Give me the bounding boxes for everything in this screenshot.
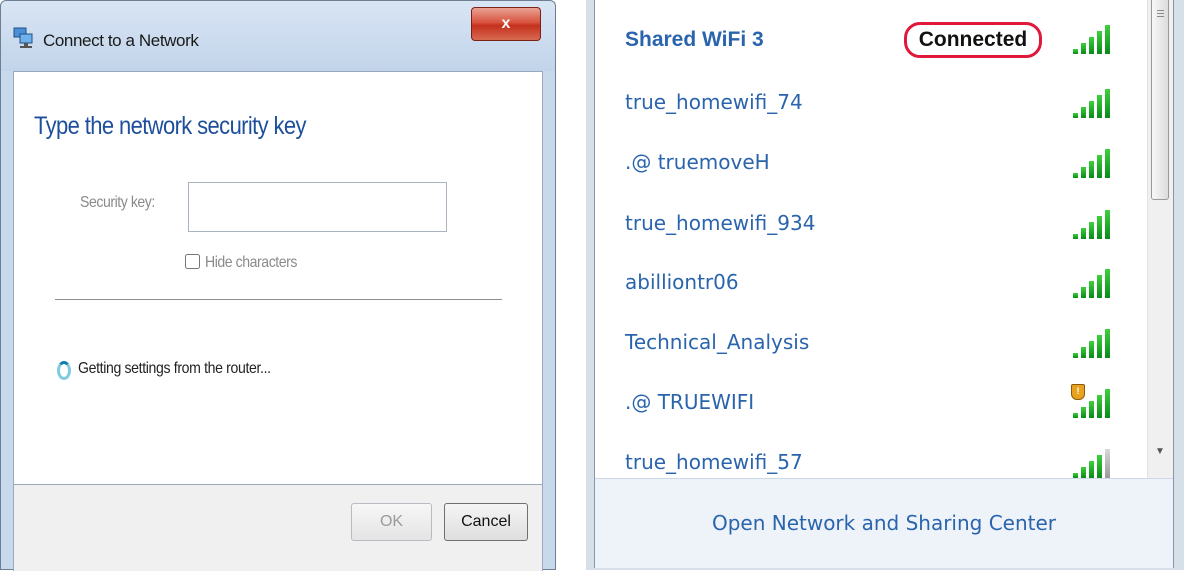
hide-characters-label[interactable]: Hide characters xyxy=(205,254,297,272)
hide-characters-checkbox[interactable] xyxy=(185,254,200,269)
network-name: true_homewifi_57 xyxy=(625,450,803,474)
network-item[interactable]: .@ truemoveH xyxy=(595,144,1145,202)
network-list-scrollbar[interactable]: ▼ xyxy=(1147,0,1173,478)
connected-status-badge: Connected xyxy=(904,22,1042,58)
network-item[interactable]: true_homewifi_57 xyxy=(595,444,1145,478)
wifi-signal-bars-icon xyxy=(1073,148,1117,178)
wifi-signal-bars-icon xyxy=(1073,268,1117,298)
network-list: Shared WiFi 3 Connected true_homewifi_74… xyxy=(595,0,1145,478)
scroll-down-arrow-icon[interactable]: ▼ xyxy=(1155,446,1165,457)
network-name: true_homewifi_934 xyxy=(625,211,816,235)
network-monitor-icon xyxy=(13,27,33,48)
network-flyout-panel: Shared WiFi 3 Connected true_homewifi_74… xyxy=(594,0,1174,568)
open-network-sharing-center-link[interactable]: Open Network and Sharing Center xyxy=(595,511,1173,535)
dialog-titlebar[interactable]: Connect to a Network x xyxy=(1,1,555,71)
network-name: .@ TRUEWIFI xyxy=(625,390,755,414)
ok-button[interactable]: OK xyxy=(351,503,432,541)
network-flyout: Shared WiFi 3 Connected true_homewifi_74… xyxy=(586,0,1184,570)
close-button[interactable]: x xyxy=(471,7,541,41)
dialog-content: Type the network security key Security k… xyxy=(13,71,543,485)
network-item-shared-wifi-3[interactable]: Shared WiFi 3 Connected xyxy=(595,20,1145,78)
security-key-label: Security key: xyxy=(80,194,155,211)
network-item[interactable]: true_homewifi_74 xyxy=(595,84,1145,142)
dialog-footer: OK Cancel xyxy=(13,485,543,571)
wifi-signal-bars-icon xyxy=(1073,448,1117,478)
network-name: Shared WiFi 3 xyxy=(625,28,764,51)
dialog-title: Connect to a Network xyxy=(43,31,199,50)
wifi-signal-bars-icon xyxy=(1073,24,1117,54)
loading-spinner-icon xyxy=(57,361,71,380)
scrollbar-thumb[interactable] xyxy=(1151,0,1169,200)
flyout-footer: Open Network and Sharing Center xyxy=(595,478,1173,568)
wifi-signal-bars-icon xyxy=(1073,209,1117,239)
security-shield-icon: ! xyxy=(1071,384,1085,400)
network-item[interactable]: abilliontr06 xyxy=(595,264,1145,322)
wifi-signal-bars-icon xyxy=(1073,328,1117,358)
security-key-input[interactable] xyxy=(188,182,447,232)
close-icon: x xyxy=(501,15,511,32)
network-item[interactable]: true_homewifi_934 xyxy=(595,205,1145,263)
dialog-heading: Type the network security key xyxy=(34,112,307,140)
wifi-signal-bars-icon xyxy=(1073,88,1117,118)
network-name: true_homewifi_74 xyxy=(625,90,803,114)
cancel-button[interactable]: Cancel xyxy=(444,503,528,541)
network-name: abilliontr06 xyxy=(625,270,739,294)
network-name: Technical_Analysis xyxy=(625,330,810,354)
network-name: .@ truemoveH xyxy=(625,150,770,174)
network-item[interactable]: Technical_Analysis xyxy=(595,324,1145,382)
divider xyxy=(55,299,502,300)
wifi-signal-bars-icon: ! xyxy=(1071,384,1117,418)
status-text: Getting settings from the router... xyxy=(78,360,271,377)
network-item[interactable]: .@ TRUEWIFI ! xyxy=(595,384,1145,442)
connect-network-dialog: Connect to a Network x Type the network … xyxy=(0,0,556,571)
